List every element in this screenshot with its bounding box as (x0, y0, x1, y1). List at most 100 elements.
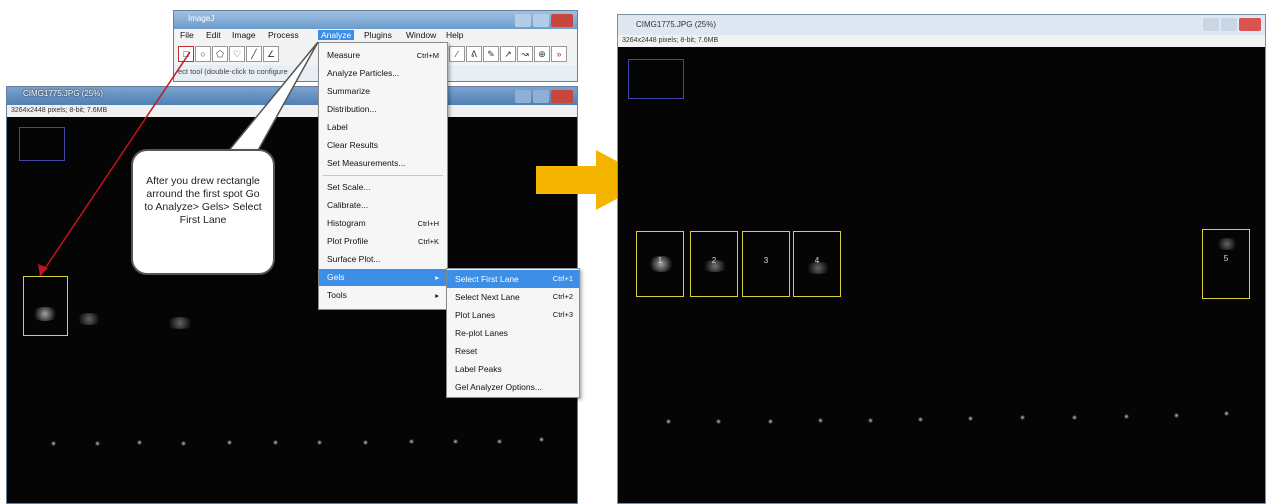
lane-number: 2 (711, 256, 717, 265)
menu-item-analyze-particles[interactable]: Analyze Particles... (319, 65, 447, 82)
menu-help[interactable]: Help (446, 30, 463, 40)
minimize-button[interactable] (515, 14, 531, 27)
gel-spot (1215, 238, 1239, 250)
blue-roi-rectangle[interactable] (19, 127, 65, 161)
pencil-tool-icon[interactable]: ✎ (483, 46, 499, 62)
submenu-item-gel-analyzer-options[interactable]: Gel Analyzer Options... (447, 378, 579, 396)
close-button[interactable] (1239, 18, 1261, 31)
menu-plugins[interactable]: Plugins (364, 30, 392, 40)
left-window-titlebar[interactable]: CIMG1775.JPG (25%) (7, 87, 577, 105)
gel-dot (51, 441, 56, 446)
lane-box-4[interactable]: 4 (793, 231, 841, 297)
menu-process[interactable]: Process (268, 30, 299, 40)
submenu-item-plot-lanes[interactable]: Plot Lanes Ctrl+3 (447, 306, 579, 324)
more-tools-icon[interactable]: » (551, 46, 567, 62)
right-window-titlebar[interactable]: CIMG1775.JPG (25%) (618, 15, 1265, 35)
gel-dot (918, 417, 923, 422)
right-window-controls (1203, 18, 1261, 31)
menu-edit[interactable]: Edit (206, 30, 221, 40)
gel-dot (95, 441, 100, 446)
wand-tool-icon[interactable]: ∕ (449, 46, 465, 62)
menu-item-summarize[interactable]: Summarize (319, 83, 447, 100)
oval-tool-icon[interactable]: ○ (195, 46, 211, 62)
arrow-tool-icon[interactable]: ↗ (500, 46, 516, 62)
maximize-button[interactable] (1221, 18, 1237, 31)
maximize-button[interactable] (533, 14, 549, 27)
gel-dot (716, 419, 721, 424)
gels-submenu: Select First Lane Ctrl+1 Select Next Lane… (446, 268, 580, 398)
menu-item-plot-profile[interactable]: Plot Profile Ctrl+K (319, 233, 447, 250)
gel-spot (31, 307, 59, 321)
menu-file[interactable]: File (180, 30, 194, 40)
dropper-tool-icon[interactable]: ᕕ (466, 46, 482, 62)
submenu-item-select-next-lane[interactable]: Select Next Lane Ctrl+2 (447, 288, 579, 306)
freehand-tool-icon[interactable]: ♡ (229, 46, 245, 62)
lane-box-5[interactable]: 5 (1202, 229, 1250, 299)
polygon-tool-icon[interactable]: ⬠ (212, 46, 228, 62)
gel-dot (768, 419, 773, 424)
menu-item-set-scale[interactable]: Set Scale... (319, 179, 447, 196)
menu-item-histogram[interactable]: Histogram Ctrl+H (319, 215, 447, 232)
gel-dot (666, 419, 671, 424)
brush-tool-icon[interactable]: ↝ (517, 46, 533, 62)
close-button[interactable] (551, 14, 573, 27)
angle-tool-icon[interactable]: ∠ (263, 46, 279, 62)
lane-number: 1 (657, 256, 663, 265)
first-lane-selection[interactable] (23, 276, 68, 336)
right-image-canvas[interactable]: 1 2 3 4 5 (618, 47, 1265, 503)
menu-separator (323, 175, 443, 176)
menu-item-label[interactable]: Label (319, 119, 447, 136)
menu-item-measure[interactable]: Measure Ctrl+M (319, 47, 447, 64)
menu-analyze[interactable]: Analyze (318, 30, 355, 40)
magnifier-tool-icon[interactable]: ⊕ (534, 46, 550, 62)
menu-image[interactable]: Image (232, 30, 256, 40)
gel-dot (968, 416, 973, 421)
rectangle-tool-icon[interactable]: □ (178, 46, 194, 62)
lane-number: 3 (763, 256, 769, 265)
minimize-button[interactable] (1203, 18, 1219, 31)
menu-item-gels[interactable]: Gels ▸ (319, 269, 447, 286)
gel-dot (1072, 415, 1077, 420)
gel-dot (1124, 414, 1129, 419)
menu-item-calibrate[interactable]: Calibrate... (319, 197, 447, 214)
blue-roi-rectangle[interactable] (628, 59, 684, 99)
analyze-menu: Measure Ctrl+M Analyze Particles... Summa… (318, 42, 448, 310)
lane-number: 4 (814, 256, 820, 265)
gel-dot (317, 440, 322, 445)
submenu-item-select-first-lane[interactable]: Select First Lane Ctrl+1 (447, 270, 579, 288)
close-button[interactable] (551, 90, 573, 103)
imagej-window-controls (515, 14, 573, 27)
gel-dot (868, 418, 873, 423)
maximize-button[interactable] (533, 90, 549, 103)
imagej-titlebar[interactable]: ImageJ (174, 11, 577, 29)
callout-text: After you drew rectangle arround the fir… (144, 175, 262, 226)
menu-item-set-measurements[interactable]: Set Measurements... (319, 155, 447, 172)
imagej-title: ImageJ (188, 14, 215, 23)
imagej-status: ect tool (double-click to configure (178, 67, 288, 76)
submenu-item-replot-lanes[interactable]: Re-plot Lanes (447, 324, 579, 342)
right-image-window: CIMG1775.JPG (25%) 3264x2448 pixels; 8-b… (617, 14, 1266, 504)
menu-item-distribution[interactable]: Distribution... (319, 101, 447, 118)
gel-dot (273, 440, 278, 445)
left-window-title: CIMG1775.JPG (25%) (23, 89, 104, 98)
gel-dot (453, 439, 458, 444)
gel-dot (227, 440, 232, 445)
right-image-info: 3264x2448 pixels; 8-bit; 7.6MB (618, 35, 1265, 47)
menu-item-clear-results[interactable]: Clear Results (319, 137, 447, 154)
gel-dot (409, 439, 414, 444)
submenu-item-reset[interactable]: Reset (447, 342, 579, 360)
submenu-item-label-peaks[interactable]: Label Peaks (447, 360, 579, 378)
line-tool-icon[interactable]: ╱ (246, 46, 262, 62)
gel-dot (181, 441, 186, 446)
lane-box-1[interactable]: 1 (636, 231, 684, 297)
lane-box-3[interactable]: 3 (742, 231, 790, 297)
menu-item-tools[interactable]: Tools ▸ (319, 287, 447, 304)
imagej-menubar: File Edit Image Process Analyze Plugins … (174, 29, 577, 43)
lane-box-2[interactable]: 2 (690, 231, 738, 297)
gel-spot (165, 317, 195, 329)
menu-window[interactable]: Window (406, 30, 436, 40)
menu-item-surface-plot[interactable]: Surface Plot... (319, 251, 447, 268)
gel-dot (137, 440, 142, 445)
minimize-button[interactable] (515, 90, 531, 103)
gel-spot (75, 313, 103, 325)
